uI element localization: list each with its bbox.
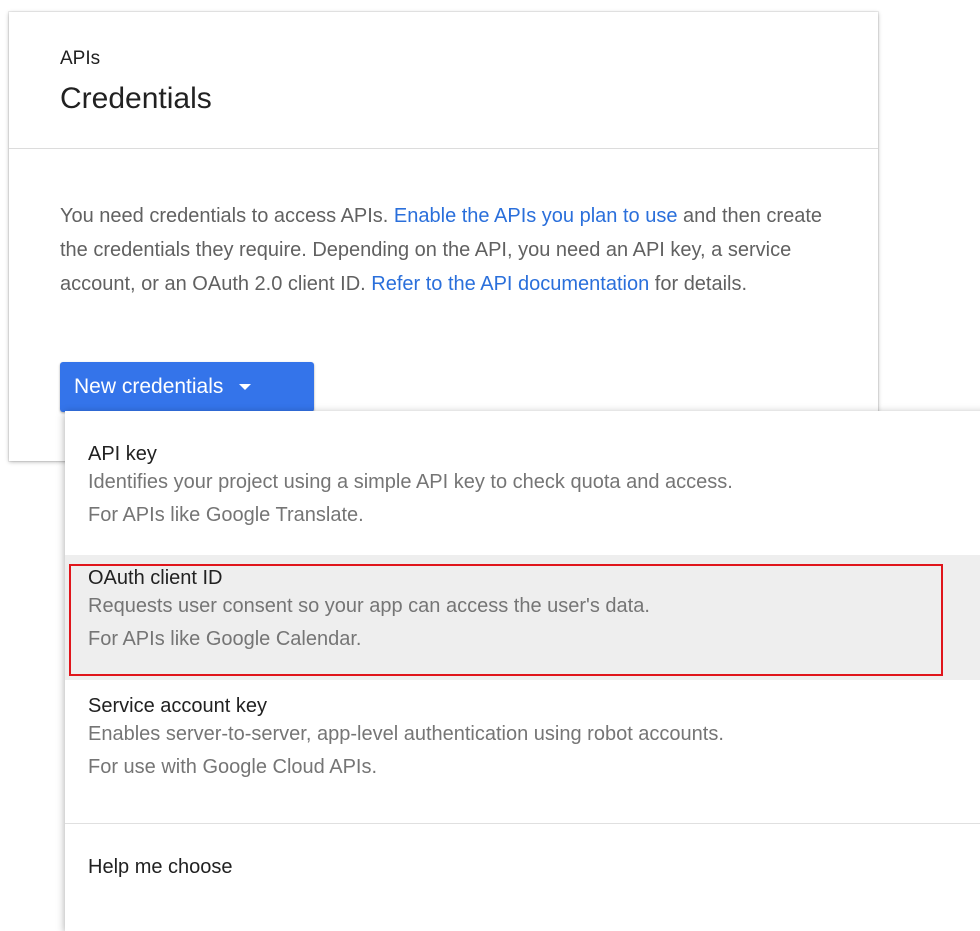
menu-item-description: For APIs like Google Calendar. xyxy=(88,628,362,650)
menu-item-label: OAuth client ID xyxy=(88,567,223,589)
enable-apis-link[interactable]: Enable the APIs you plan to use xyxy=(394,205,678,227)
menu-item-description: Enables server-to-server, app-level auth… xyxy=(88,723,724,745)
intro-text: You need credentials to access APIs. Ena… xyxy=(60,199,840,301)
intro-text-part: You need credentials to access APIs. xyxy=(60,205,394,227)
caret-down-icon xyxy=(239,384,252,390)
menu-item-service-account-key[interactable]: Service account key Enables server-to-se… xyxy=(65,695,980,784)
menu-item-oauth-client-id[interactable]: OAuth client ID Requests user consent so… xyxy=(65,555,980,680)
menu-item-label: Help me choose xyxy=(88,856,233,878)
menu-item-help-me-choose[interactable]: Help me choose xyxy=(65,856,980,879)
intro-text-part: for details. xyxy=(649,273,748,295)
page-title: Credentials xyxy=(60,82,212,115)
menu-item-description: For use with Google Cloud APIs. xyxy=(88,756,378,778)
new-credentials-label: New credentials xyxy=(74,375,224,398)
card-header: APIs Credentials xyxy=(9,12,878,149)
menu-item-label: Service account key xyxy=(88,695,267,717)
new-credentials-menu: API key Identifies your project using a … xyxy=(65,411,980,931)
menu-item-api-key[interactable]: API key Identifies your project using a … xyxy=(65,443,980,532)
menu-item-description: For APIs like Google Translate. xyxy=(88,504,364,526)
new-credentials-button[interactable]: New credentials xyxy=(60,362,314,412)
menu-item-label: API key xyxy=(88,443,157,465)
menu-item-description: Identifies your project using a simple A… xyxy=(88,471,733,493)
menu-divider xyxy=(65,823,980,824)
api-documentation-link[interactable]: Refer to the API documentation xyxy=(371,273,649,295)
page-subtitle: APIs xyxy=(60,48,101,69)
menu-item-description: Requests user consent so your app can ac… xyxy=(88,595,650,617)
credentials-card: APIs Credentials You need credentials to… xyxy=(9,12,878,461)
